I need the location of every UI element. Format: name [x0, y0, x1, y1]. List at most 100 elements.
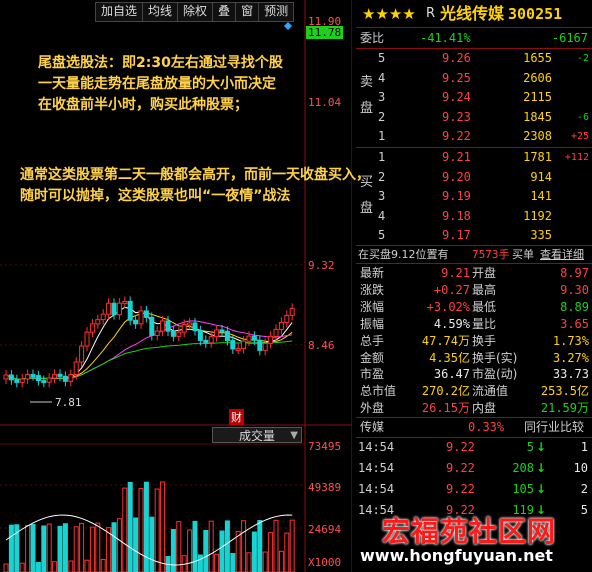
- candle: [289, 307, 295, 316]
- stock-name: 光线传媒: [440, 4, 505, 23]
- volume-bar: [143, 481, 149, 572]
- ask-row[interactable]: 4 9.25 2606: [356, 69, 592, 88]
- volume-bar: [84, 559, 90, 572]
- volume-bar: [197, 554, 203, 572]
- bid-row[interactable]: 5 9.17 335: [356, 226, 592, 245]
- bid-price: 9.19: [442, 189, 471, 204]
- candle: [3, 374, 9, 380]
- sector-row[interactable]: 传媒 0.33% 同行业比较: [356, 418, 592, 437]
- volume-bar: [8, 524, 14, 572]
- volume-bar: [262, 551, 268, 572]
- candle: [165, 320, 171, 332]
- ask-level: 4: [378, 70, 386, 85]
- weibi-label: 委比: [360, 31, 385, 45]
- candle: [62, 375, 68, 382]
- volume-bar: [246, 552, 252, 572]
- ma-line-20: [5, 320, 293, 380]
- ask-row[interactable]: 5 9.26 1655 -2: [356, 49, 592, 68]
- ask-row[interactable]: 1 9.22 2308 +25: [356, 127, 592, 146]
- stat-label-left: 金额: [360, 350, 385, 365]
- volume-bar: [154, 488, 160, 572]
- forecast-button[interactable]: 预测: [259, 3, 293, 21]
- stat-row: 涨跌 +0.27 最高 9.30: [356, 282, 592, 299]
- ask-row[interactable]: 2 9.23 1845 -6: [356, 108, 592, 127]
- bid-row[interactable]: 4 9.18 1192: [356, 207, 592, 226]
- volume-bar: [230, 553, 236, 572]
- candle: [187, 322, 193, 326]
- ask-change: +25: [570, 131, 589, 143]
- low-price-marker: 7.81: [55, 396, 82, 409]
- bid-volume: 914: [530, 169, 552, 184]
- tick-price: 9.22: [446, 482, 475, 496]
- volume-bar: [52, 561, 58, 572]
- candle: [68, 374, 74, 382]
- volume-indicator-tab[interactable]: 成交量 ▼: [212, 427, 302, 443]
- candlesticks: [3, 296, 295, 388]
- financial-report-marker[interactable]: 财: [229, 409, 244, 425]
- stat-label-left: 最新: [360, 266, 385, 280]
- volume-bar: [41, 525, 47, 572]
- volume-bar: [89, 526, 95, 572]
- bid-row[interactable]: 3 9.19 141: [356, 187, 592, 206]
- ask-price: 9.25: [442, 70, 471, 85]
- stat-row: 总市值 270.2亿 流通值 253.5亿: [356, 383, 592, 400]
- position-bar[interactable]: 在买盘9.12位置有 7573手 买单 查看详细: [356, 245, 592, 264]
- candle: [241, 340, 247, 350]
- view-detail-link[interactable]: 查看详细: [540, 245, 584, 264]
- moving-average-button[interactable]: 均线: [143, 3, 179, 21]
- candle: [246, 335, 252, 342]
- ask-volume: 2606: [523, 70, 552, 85]
- volume-bar: [273, 519, 279, 572]
- sell-side-label: 卖盘: [360, 75, 374, 116]
- volume-bar: [160, 481, 166, 572]
- stat-label-left: 涨跌: [360, 282, 385, 297]
- tick-volume: 208: [512, 461, 534, 475]
- peer-compare-link[interactable]: 同行业比较: [524, 418, 584, 437]
- candle: [181, 323, 187, 333]
- kline-chart[interactable]: 加自选 均线 除权 叠 窗 预测 11.90 11.78 11.04 9.32 …: [0, 0, 370, 572]
- candle: [160, 320, 166, 332]
- volume-bar: [30, 523, 36, 572]
- rating-stars: ★★★★: [362, 5, 416, 23]
- candle: [73, 361, 79, 376]
- bid-price: 9.21: [442, 150, 471, 164]
- tick-volume: 5: [526, 440, 534, 454]
- chevron-down-icon: ▼: [290, 430, 298, 441]
- stat-label-right: 换手: [472, 333, 497, 348]
- ask-level: 2: [378, 109, 386, 124]
- volume-bar: [170, 529, 176, 572]
- window-button[interactable]: 窗: [236, 3, 260, 21]
- ask-volume: 2115: [523, 90, 552, 105]
- volume-bar: [219, 530, 225, 572]
- candle: [284, 314, 290, 323]
- volume-bar: [19, 562, 25, 572]
- stat-label-right: 最高: [472, 282, 497, 297]
- r-mark: R: [426, 6, 436, 21]
- sector-pct: 0.33%: [468, 420, 505, 434]
- tick-row: 14:54 9.22 5 ↓ 1: [356, 438, 592, 457]
- candle: [219, 329, 225, 333]
- annotation-line-2: 一天量能走势在尾盘放量的大小而决定: [38, 76, 276, 92]
- ask-row[interactable]: 3 9.24 2115: [356, 88, 592, 107]
- bid-row[interactable]: 2 9.20 914: [356, 168, 592, 187]
- bid-price: 9.18: [442, 208, 471, 223]
- stat-label-left: 涨幅: [360, 299, 385, 314]
- stat-value-left: 47.74万: [421, 333, 470, 348]
- tick-row: 14:54 9.22 105 ↓ 2: [356, 480, 592, 499]
- tick-count: 1: [580, 440, 588, 454]
- bid-row[interactable]: 1 9.21 1781 +112: [356, 148, 592, 167]
- add-watchlist-button[interactable]: 加自选: [96, 3, 144, 21]
- candle: [133, 319, 139, 325]
- overlay-button[interactable]: 叠: [213, 3, 237, 21]
- stat-row: 最新 9.21 开盘 8.97: [356, 265, 592, 282]
- price-label-level: 11.04: [308, 96, 342, 109]
- volume-bar: [35, 561, 41, 572]
- candle: [14, 379, 20, 383]
- stat-label-right: 量比: [472, 316, 497, 331]
- volume-bar: [138, 488, 144, 572]
- candle: [192, 322, 198, 332]
- ex-rights-button[interactable]: 除权: [178, 3, 214, 21]
- stat-row: 振幅 4.59% 量比 3.65: [356, 316, 592, 333]
- volume-bar: [62, 523, 68, 572]
- weibi-pct: -41.41%: [420, 31, 471, 45]
